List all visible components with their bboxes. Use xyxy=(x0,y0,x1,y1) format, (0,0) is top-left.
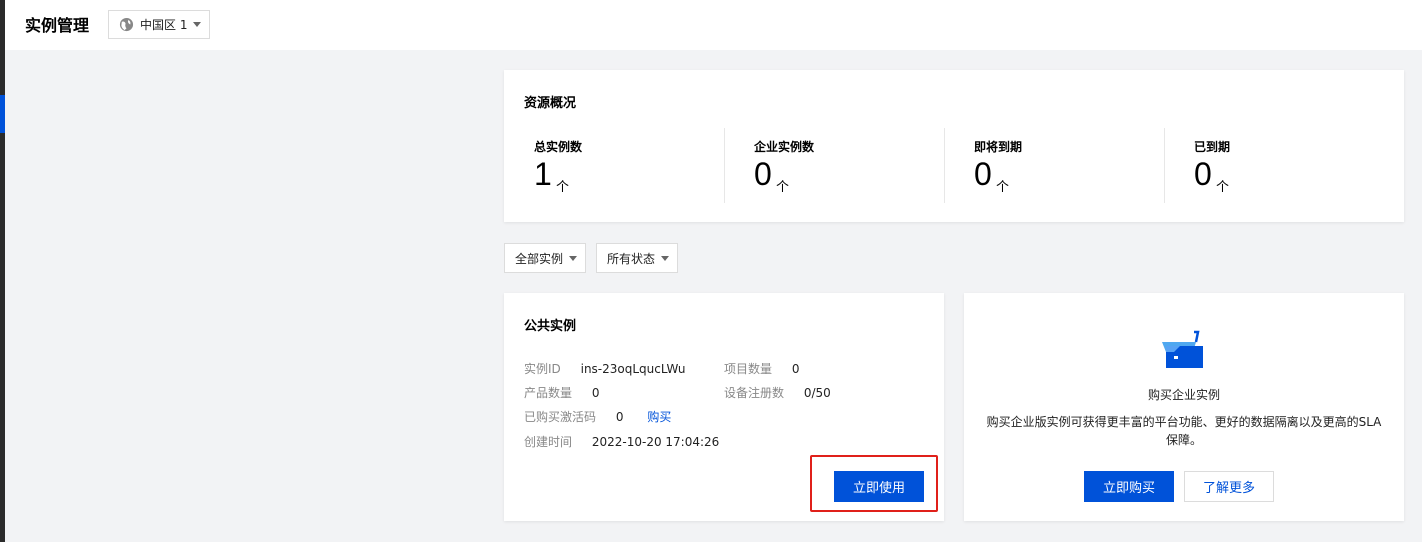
public-instance-title: 公共实例 xyxy=(524,319,577,334)
stat-value: 0 xyxy=(754,156,772,192)
created-label: 创建时间 xyxy=(524,435,573,449)
status-filter-label: 所有状态 xyxy=(607,251,656,266)
device-count-value: 0/50 xyxy=(803,386,831,400)
activation-row: 已购买激活码 0 购买 xyxy=(524,408,671,425)
stat-value: 1 xyxy=(534,156,552,192)
stat-label: 企业实例数 xyxy=(754,140,815,154)
stat-divider xyxy=(724,128,725,203)
activation-label: 已购买激活码 xyxy=(524,410,597,424)
instance-id-row: 实例ID ins-23oqLqucLWu xyxy=(524,360,686,377)
instance-id-value: ins-23oqLqucLWu xyxy=(580,362,686,376)
stat-value: 0 xyxy=(974,156,992,192)
region-label: 中国区 1 xyxy=(140,18,188,32)
enterprise-description: 购买企业版实例可获得更丰富的平台功能、更好的数据隔离以及更高的SLA保障。 xyxy=(986,415,1382,447)
instance-id-label: 实例ID xyxy=(524,362,561,376)
stat-label: 总实例数 xyxy=(534,140,583,154)
globe-icon xyxy=(119,17,134,32)
product-count-row: 产品数量 0 xyxy=(524,384,599,401)
created-value: 2022-10-20 17:04:26 xyxy=(591,435,720,449)
stat-value: 0 xyxy=(1194,156,1212,192)
stat-unit: 个 xyxy=(1216,180,1230,195)
buy-now-button[interactable]: 立即购买 xyxy=(1084,471,1174,502)
chevron-down-icon xyxy=(569,255,578,261)
created-row: 创建时间 2022-10-20 17:04:26 xyxy=(524,433,719,450)
stat-enterprise-instances: 企业实例数 0 个 xyxy=(724,128,944,203)
left-rail-active-indicator xyxy=(0,95,5,133)
buy-activation-link[interactable]: 购买 xyxy=(647,410,671,424)
stat-label: 已到期 xyxy=(1194,140,1231,154)
device-count-row: 设备注册数 0/50 xyxy=(724,384,831,401)
stat-total-instances: 总实例数 1 个 xyxy=(504,128,724,203)
instance-type-filter[interactable]: 全部实例 xyxy=(504,243,586,273)
region-select[interactable]: 中国区 1 xyxy=(108,10,210,39)
project-count-row: 项目数量 0 xyxy=(724,360,799,377)
stat-unit: 个 xyxy=(776,180,790,195)
highlight-box xyxy=(810,455,938,512)
overview-title: 资源概况 xyxy=(524,96,577,111)
project-count-value: 0 xyxy=(791,362,800,376)
stat-expired: 已到期 0 个 xyxy=(1164,128,1384,203)
chevron-down-icon xyxy=(661,255,670,261)
stat-divider xyxy=(944,128,945,203)
stat-label: 即将到期 xyxy=(974,140,1023,154)
status-filter[interactable]: 所有状态 xyxy=(596,243,678,273)
page-title: 实例管理 xyxy=(25,16,90,35)
shopping-cart-icon xyxy=(1160,330,1204,372)
stat-divider xyxy=(1164,128,1165,203)
learn-more-button[interactable]: 了解更多 xyxy=(1184,471,1274,502)
project-count-label: 项目数量 xyxy=(724,362,773,376)
enterprise-title: 购买企业实例 xyxy=(1147,388,1220,402)
instance-type-filter-label: 全部实例 xyxy=(515,251,564,266)
resource-overview-card: 资源概况 总实例数 1 个 企业实例数 0 个 即将到期 0 个 已到期 0 个 xyxy=(504,70,1404,222)
stat-expiring-soon: 即将到期 0 个 xyxy=(944,128,1164,203)
stat-unit: 个 xyxy=(556,180,570,195)
left-rail xyxy=(0,0,5,542)
chevron-down-icon xyxy=(193,22,202,27)
stat-unit: 个 xyxy=(996,180,1010,195)
enterprise-instance-card: 购买企业实例 购买企业版实例可获得更丰富的平台功能、更好的数据隔离以及更高的SL… xyxy=(964,293,1404,521)
device-count-label: 设备注册数 xyxy=(724,386,785,400)
product-count-value: 0 xyxy=(591,386,600,400)
product-count-label: 产品数量 xyxy=(524,386,573,400)
top-bar: 实例管理 中国区 1 xyxy=(5,0,1422,50)
activation-count: 0 xyxy=(615,410,624,424)
